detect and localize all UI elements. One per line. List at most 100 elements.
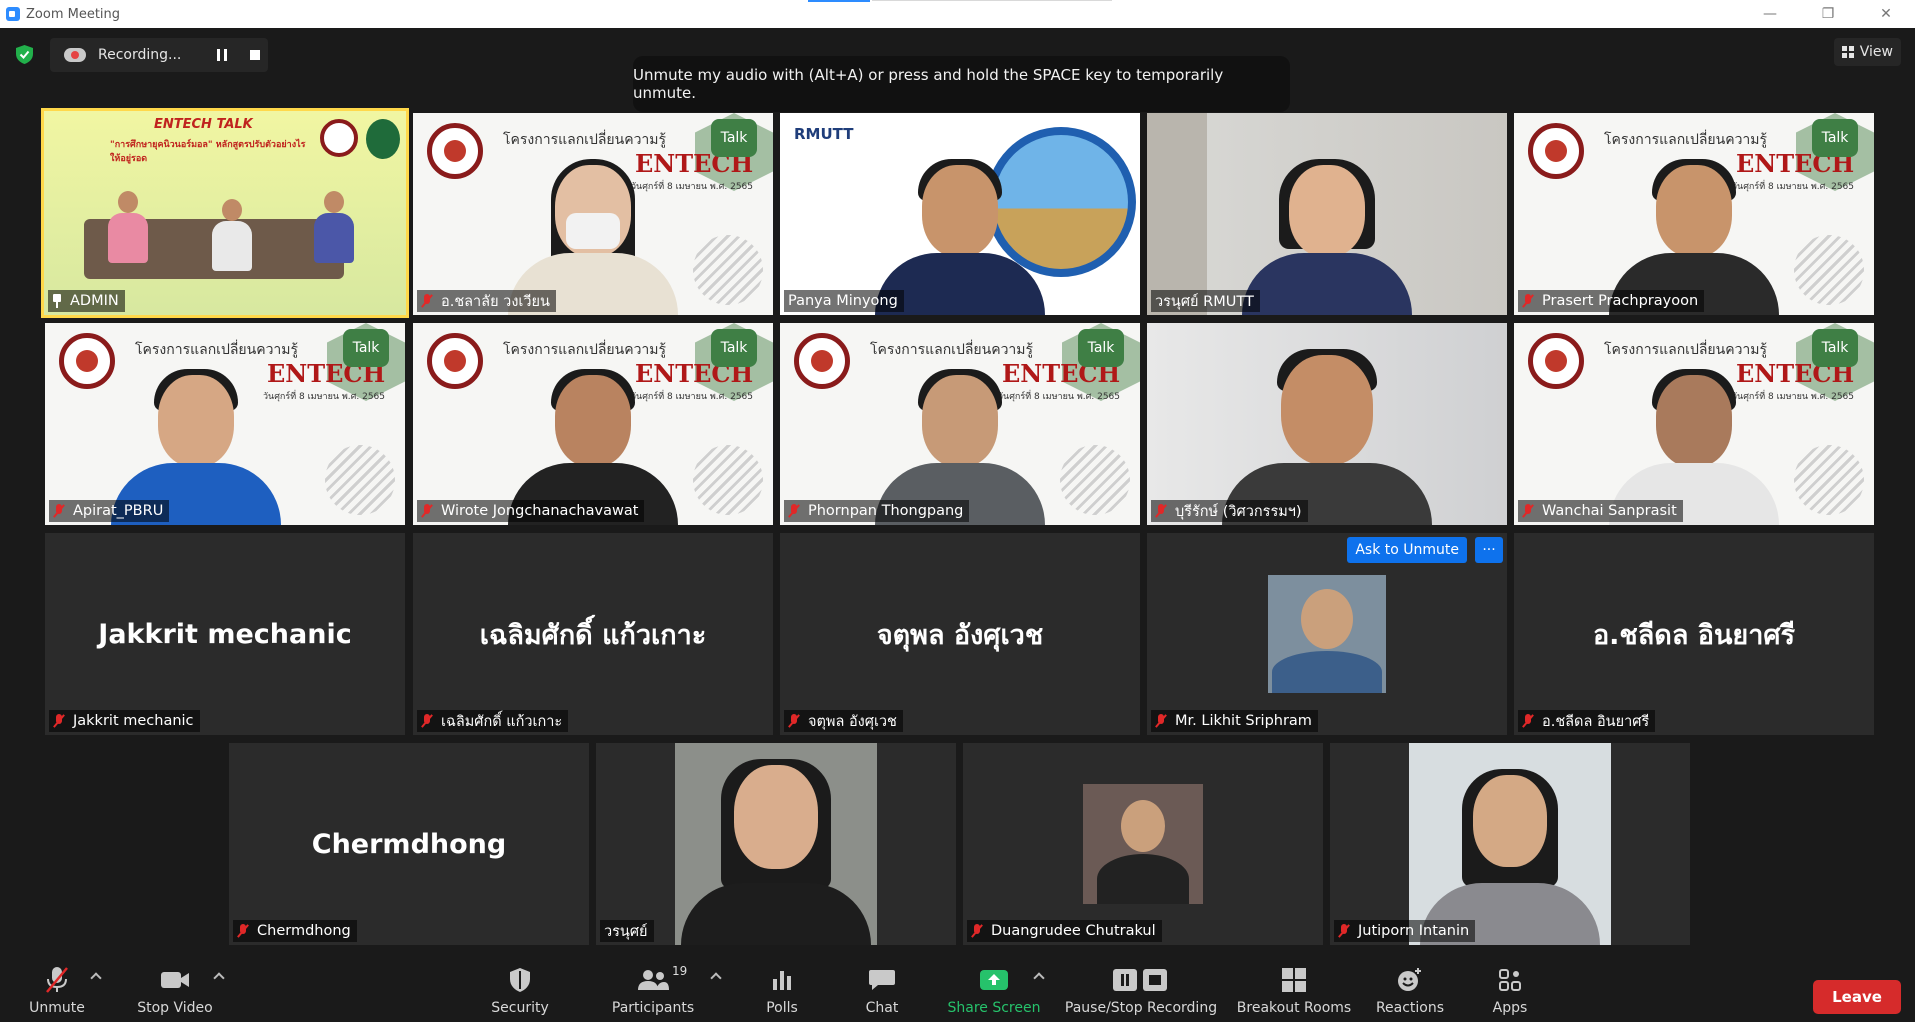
pause-recording-icon[interactable] [217, 49, 227, 61]
video-tile[interactable]: เฉลิมศักดิ์ แก้วเกาะ เฉลิมศักดิ์ แก้วเกา… [413, 533, 773, 735]
participant-label: Prasert Prachprayoon [1518, 290, 1705, 312]
banner-project: โครงการแลกเปลี่ยนความรู้ [870, 342, 1034, 358]
video-tile[interactable]: โครงการแลกเปลี่ยนความรู้ ENTECH วันศุกร์… [1514, 113, 1874, 315]
university-logo-icon [1528, 333, 1584, 389]
mic-muted-icon [421, 714, 433, 728]
video-tile[interactable]: จตุพล อังศุเวช จตุพล อังศุเวช [780, 533, 1140, 735]
reactions-button[interactable]: Reactions [1372, 962, 1448, 1022]
entech-talk-title: ENTECH TALK [154, 117, 253, 132]
banner-talk: Talk [1812, 119, 1858, 157]
stop-recording-icon[interactable] [250, 50, 260, 60]
pause-stop-recording-icon [1111, 962, 1171, 998]
participant-video: ENTECH TALK "การศึกษายุคนิวนอร์มอล" หลัก… [44, 111, 406, 315]
banner-stripes [1060, 445, 1130, 515]
participant-name: Duangrudee Chutrakul [991, 923, 1156, 939]
minimize-button[interactable]: — [1741, 0, 1799, 28]
mic-muted-icon [421, 504, 433, 518]
participant-video: โครงการแลกเปลี่ยนความรู้ ENTECH วันศุกร์… [413, 323, 773, 525]
profile-picture [1268, 575, 1386, 693]
more-options-button[interactable]: ··· [1475, 537, 1503, 563]
host-person [210, 199, 254, 275]
banner-stripes [1794, 445, 1864, 515]
recording-status: Recording... [98, 47, 182, 63]
university-logo-icon [59, 333, 115, 389]
video-tile[interactable]: วรนุศย์ [596, 743, 956, 945]
participant-label: Apirat_PBRU [49, 500, 170, 522]
participant-display-name: Jakkrit mechanic [98, 618, 352, 650]
video-tile[interactable]: Jutiporn Intanin [1330, 743, 1690, 945]
video-tile[interactable]: Ask to Unmute ··· Mr. Likhit Sriphram [1147, 533, 1507, 735]
participant-name: Panya Minyong [788, 293, 898, 309]
chat-button[interactable]: Chat [857, 962, 907, 1022]
mic-muted-icon [1338, 924, 1350, 938]
participant-name: Chermdhong [257, 923, 351, 939]
polls-button[interactable]: Polls [757, 962, 807, 1022]
participants-caret-icon[interactable] [710, 972, 722, 984]
participant-name: Jakkrit mechanic [73, 713, 194, 729]
apps-button[interactable]: Apps [1488, 962, 1532, 1022]
mic-muted-icon [788, 714, 800, 728]
video-tile[interactable]: วรนุศย์ RMUTT [1147, 113, 1507, 315]
participant-video: RMUTT [780, 113, 1140, 315]
breakout-rooms-button[interactable]: Breakout Rooms [1236, 962, 1352, 1022]
video-tile[interactable]: โครงการแลกเปลี่ยนความรู้ ENTECH วันศุกร์… [45, 323, 405, 525]
title-divider [872, 0, 1112, 1]
share-screen-button[interactable]: Share Screen [944, 962, 1044, 1022]
participant-name: Wanchai Sanprasit [1542, 503, 1677, 519]
participants-button[interactable]: 19 Participants [610, 962, 696, 1022]
video-tile[interactable]: โครงการแลกเปลี่ยนความรู้ ENTECH วันศุกร์… [1514, 323, 1874, 525]
participant-person [681, 759, 871, 945]
security-button[interactable]: Security [488, 962, 552, 1022]
zoom-app-icon [6, 7, 20, 21]
audio-options-caret-icon[interactable] [90, 972, 102, 984]
unmute-label: Unmute [29, 1000, 85, 1016]
video-tile[interactable]: RMUTT Panya Minyong [780, 113, 1140, 315]
participant-label: Jutiporn Intanin [1334, 920, 1476, 942]
video-tile[interactable]: โครงการแลกเปลี่ยนความรู้ ENTECH วันศุกร์… [413, 113, 773, 315]
participant-label: Jakkrit mechanic [49, 710, 200, 732]
grid-icon [1841, 46, 1854, 58]
university-logo-icon [320, 119, 358, 157]
maximize-button[interactable]: ❐ [1799, 0, 1857, 28]
security-shield-icon [509, 962, 531, 998]
ask-to-unmute-button[interactable]: Ask to Unmute [1347, 537, 1467, 563]
mic-muted-icon [53, 714, 65, 728]
window-title: Zoom Meeting [26, 6, 121, 22]
video-tile[interactable]: Duangrudee Chutrakul [963, 743, 1323, 945]
mic-muted-icon [1522, 714, 1534, 728]
unmute-button[interactable]: Unmute [22, 962, 92, 1022]
stop-video-label: Stop Video [137, 1000, 213, 1016]
view-button[interactable]: View [1833, 38, 1901, 66]
participant-name: วรนุศย์ [604, 923, 648, 940]
participant-video [1409, 743, 1611, 945]
participant-video: โครงการแลกเปลี่ยนความรู้ ENTECH วันศุกร์… [780, 323, 1140, 525]
participant-display-name: Chermdhong [311, 828, 507, 860]
stop-video-button[interactable]: Stop Video [134, 962, 216, 1022]
video-tile[interactable]: โครงการแลกเปลี่ยนความรู้ ENTECH วันศุกร์… [780, 323, 1140, 525]
video-tile[interactable]: โครงการแลกเปลี่ยนความรู้ ENTECH วันศุกร์… [413, 323, 773, 525]
leave-button[interactable]: Leave [1813, 980, 1901, 1014]
participant-video: โครงการแลกเปลี่ยนความรู้ ENTECH วันศุกร์… [45, 323, 405, 525]
participants-count: 19 [672, 964, 688, 978]
participant-label: เฉลิมศักดิ์ แก้วเกาะ [417, 710, 569, 732]
video-tile[interactable]: Jakkrit mechanic Jakkrit mechanic [45, 533, 405, 735]
university-logo-icon [427, 333, 483, 389]
video-tile[interactable]: อ.ชลีดล อินยาศรี อ.ชลีดล อินยาศรี [1514, 533, 1874, 735]
pin-icon [52, 294, 62, 308]
mic-muted-icon [237, 924, 249, 938]
video-tile[interactable]: บุรีรักษ์ (วิศวกรรมฯ) [1147, 323, 1507, 525]
participant-display-name: จตุพล อังศุเวช [876, 619, 1044, 651]
participant-label: วรนุศย์ [600, 920, 654, 942]
video-tile[interactable]: ENTECH TALK "การศึกษายุคนิวนอร์มอล" หลัก… [41, 108, 409, 318]
close-button[interactable]: ✕ [1857, 0, 1915, 28]
entech-talk-subtitle: "การศึกษายุคนิวนอร์มอล" หลักสูตรปรับตัวอ… [110, 140, 306, 164]
banner-project: โครงการแลกเปลี่ยนความรู้ [503, 132, 667, 148]
participant-video [1147, 113, 1507, 315]
pause-stop-recording-button[interactable]: Pause/Stop Recording [1064, 962, 1218, 1022]
mic-muted-icon [1155, 714, 1167, 728]
encryption-shield-icon[interactable] [16, 45, 33, 64]
participant-label: Wirote Jongchanachavawat [417, 500, 645, 522]
mic-muted-icon [1155, 504, 1167, 518]
video-tile[interactable]: Chermdhong Chermdhong [229, 743, 589, 945]
participant-name: Wirote Jongchanachavawat [441, 503, 639, 519]
